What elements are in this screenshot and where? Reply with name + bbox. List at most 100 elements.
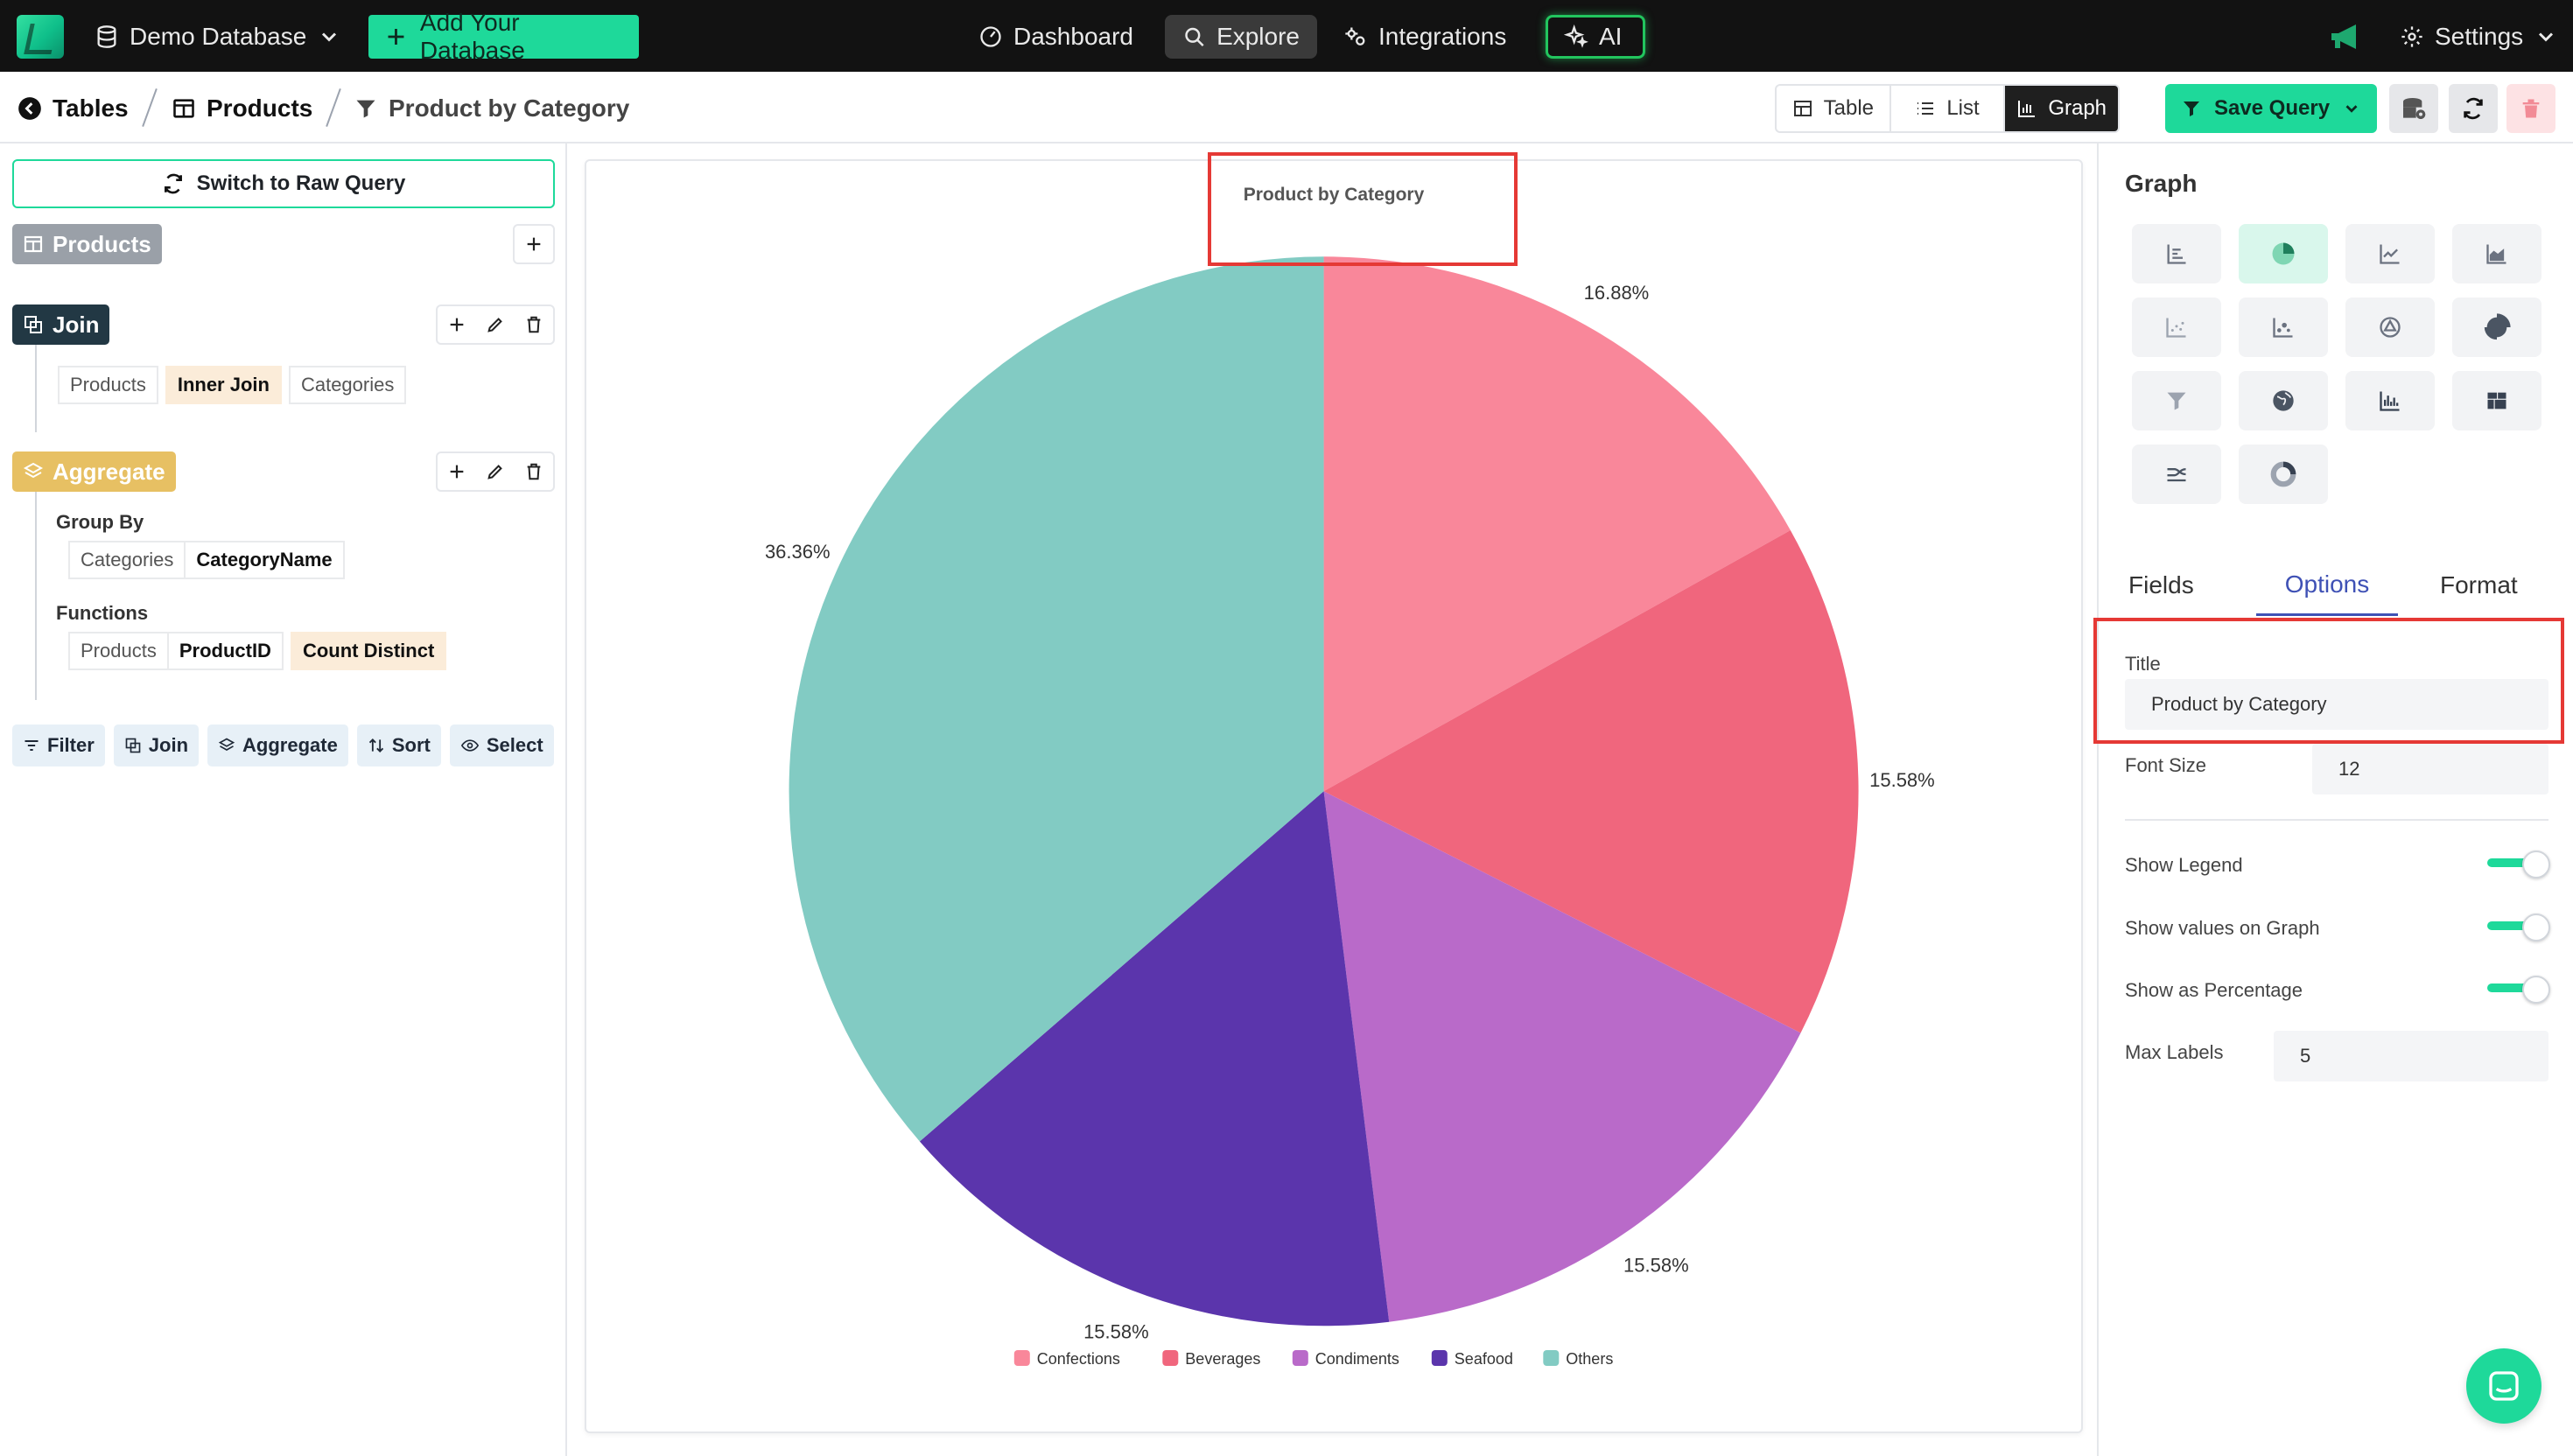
aggregate-add-button[interactable] bbox=[438, 453, 476, 490]
database-icon bbox=[95, 24, 119, 49]
aggregate-function[interactable]: Products ProductID Count Distinct bbox=[68, 632, 446, 670]
chart-type-scatter[interactable] bbox=[2132, 298, 2221, 357]
nav-explore[interactable]: Explore bbox=[1165, 15, 1317, 59]
chart-type-doughnut[interactable] bbox=[2239, 444, 2328, 504]
database-selector[interactable]: Demo Database bbox=[95, 15, 341, 59]
chat-button[interactable] bbox=[2466, 1348, 2541, 1424]
add-database-button[interactable]: Add Your Database bbox=[368, 15, 639, 59]
megaphone-icon[interactable] bbox=[2328, 23, 2363, 51]
gauge-icon bbox=[978, 24, 1003, 49]
save-query-label: Save Query bbox=[2214, 96, 2330, 121]
aggregate-step-tag[interactable]: Aggregate bbox=[12, 452, 176, 492]
bar-chart-icon bbox=[2016, 98, 2037, 119]
pie-chart: Product by Category 16.88%15.58%15.58%15… bbox=[586, 161, 2085, 1435]
source-table-label: Products bbox=[53, 231, 151, 258]
tool-aggregate-label: Aggregate bbox=[242, 734, 338, 757]
join-definition[interactable]: Products Inner Join Categories bbox=[58, 366, 406, 404]
view-graph-label: Graph bbox=[2048, 96, 2107, 121]
tool-sort-label: Sort bbox=[392, 734, 431, 757]
show-values-label: Show values on Graph bbox=[2125, 917, 2320, 940]
legend-item-seafood[interactable]: Seafood bbox=[1432, 1350, 1513, 1368]
nav-ai-label: AI bbox=[1599, 23, 1622, 51]
chart-type-bar[interactable] bbox=[2132, 224, 2221, 284]
join-step-label: Join bbox=[53, 312, 99, 339]
breadcrumb-separator bbox=[142, 88, 158, 127]
legend-item-others[interactable]: Others bbox=[1543, 1350, 1613, 1368]
tab-fields[interactable]: Fields bbox=[2128, 555, 2194, 616]
aggregate-edit-button[interactable] bbox=[476, 453, 515, 490]
sankey-icon bbox=[2163, 462, 2190, 486]
show-values-toggle[interactable] bbox=[2487, 921, 2547, 930]
chart-type-radar[interactable] bbox=[2345, 298, 2435, 357]
legend-item-confections[interactable]: Confections bbox=[1014, 1350, 1120, 1368]
chart-type-histogram[interactable] bbox=[2345, 371, 2435, 430]
nav-ai[interactable]: AI bbox=[1546, 15, 1645, 59]
plus-icon bbox=[447, 315, 466, 334]
chart-type-sankey[interactable] bbox=[2132, 444, 2221, 504]
tab-options[interactable]: Options bbox=[2256, 555, 2398, 616]
step-connector bbox=[35, 345, 37, 432]
source-table-tag[interactable]: Products bbox=[12, 224, 162, 264]
chart-type-polar[interactable] bbox=[2452, 298, 2541, 357]
chart-type-area[interactable] bbox=[2452, 224, 2541, 284]
nav-explore-label: Explore bbox=[1216, 23, 1300, 51]
settings-menu[interactable]: Settings bbox=[2400, 15, 2558, 59]
treemap-icon bbox=[2485, 388, 2509, 413]
join-step-tag[interactable]: Join bbox=[12, 304, 109, 345]
aggregate-delete-button[interactable] bbox=[515, 453, 553, 490]
nav-dashboard[interactable]: Dashboard bbox=[978, 15, 1133, 59]
add-sort-button[interactable]: Sort bbox=[357, 724, 441, 766]
app-logo[interactable] bbox=[17, 15, 64, 59]
pie-value-label: 15.58% bbox=[1083, 1320, 1149, 1342]
max-labels-input[interactable]: 5 bbox=[2274, 1031, 2548, 1082]
polar-area-icon bbox=[2482, 312, 2512, 342]
chart-type-funnel[interactable] bbox=[2132, 371, 2221, 430]
join-edit-button[interactable] bbox=[476, 306, 515, 343]
join-add-button[interactable] bbox=[438, 306, 476, 343]
group-by-field[interactable]: Categories CategoryName bbox=[68, 541, 345, 579]
switch-raw-query-button[interactable]: Switch to Raw Query bbox=[12, 159, 555, 208]
switch-icon bbox=[162, 172, 185, 195]
chart-type-treemap[interactable] bbox=[2452, 371, 2541, 430]
legend-swatch bbox=[1432, 1350, 1448, 1366]
database-settings-button[interactable] bbox=[2389, 84, 2438, 133]
join-delete-button[interactable] bbox=[515, 306, 553, 343]
add-select-button[interactable]: Select bbox=[450, 724, 554, 766]
chart-type-line[interactable] bbox=[2345, 224, 2435, 284]
chart-type-map[interactable] bbox=[2239, 371, 2328, 430]
graph-settings-panel: Graph Fields Options Format Title Produc… bbox=[2097, 144, 2573, 1456]
chart-type-bubble[interactable] bbox=[2239, 298, 2328, 357]
trash-icon bbox=[524, 315, 543, 334]
step-connector bbox=[35, 492, 37, 700]
table-icon bbox=[1792, 98, 1813, 119]
aggregate-step-label: Aggregate bbox=[53, 458, 165, 486]
plus-icon bbox=[524, 234, 543, 254]
font-size-input[interactable]: 12 bbox=[2312, 744, 2548, 794]
nav-integrations-label: Integrations bbox=[1378, 23, 1506, 51]
view-list-button[interactable]: List bbox=[1891, 86, 2006, 131]
filter-lines-icon bbox=[23, 737, 40, 754]
view-table-button[interactable]: Table bbox=[1777, 86, 1891, 131]
show-percentage-toggle[interactable] bbox=[2487, 984, 2547, 992]
search-icon bbox=[1182, 24, 1206, 49]
plus-icon bbox=[384, 24, 408, 49]
add-filter-button[interactable]: Filter bbox=[12, 724, 105, 766]
refresh-button[interactable] bbox=[2449, 84, 2498, 133]
add-join-button[interactable]: Join bbox=[114, 724, 199, 766]
tab-format[interactable]: Format bbox=[2440, 555, 2518, 616]
delete-query-button[interactable] bbox=[2506, 84, 2555, 133]
legend-item-condiments[interactable]: Condiments bbox=[1293, 1350, 1399, 1368]
tool-join-label: Join bbox=[149, 734, 188, 757]
view-graph-button[interactable]: Graph bbox=[2005, 86, 2118, 131]
add-step-button[interactable] bbox=[513, 224, 555, 264]
nav-integrations[interactable]: Integrations bbox=[1343, 15, 1506, 59]
step-toolbar: Filter Join Aggregate Sort Select bbox=[12, 724, 554, 766]
chart-type-pie[interactable] bbox=[2239, 224, 2328, 284]
add-aggregate-button[interactable]: Aggregate bbox=[207, 724, 348, 766]
legend-item-beverages[interactable]: Beverages bbox=[1162, 1350, 1260, 1368]
show-legend-toggle[interactable] bbox=[2487, 858, 2547, 867]
breadcrumb-products[interactable]: Products bbox=[172, 91, 312, 126]
save-query-button[interactable]: Save Query bbox=[2165, 84, 2377, 133]
breadcrumb-tables[interactable]: Tables bbox=[18, 91, 129, 126]
legend-label: Beverages bbox=[1185, 1350, 1260, 1368]
